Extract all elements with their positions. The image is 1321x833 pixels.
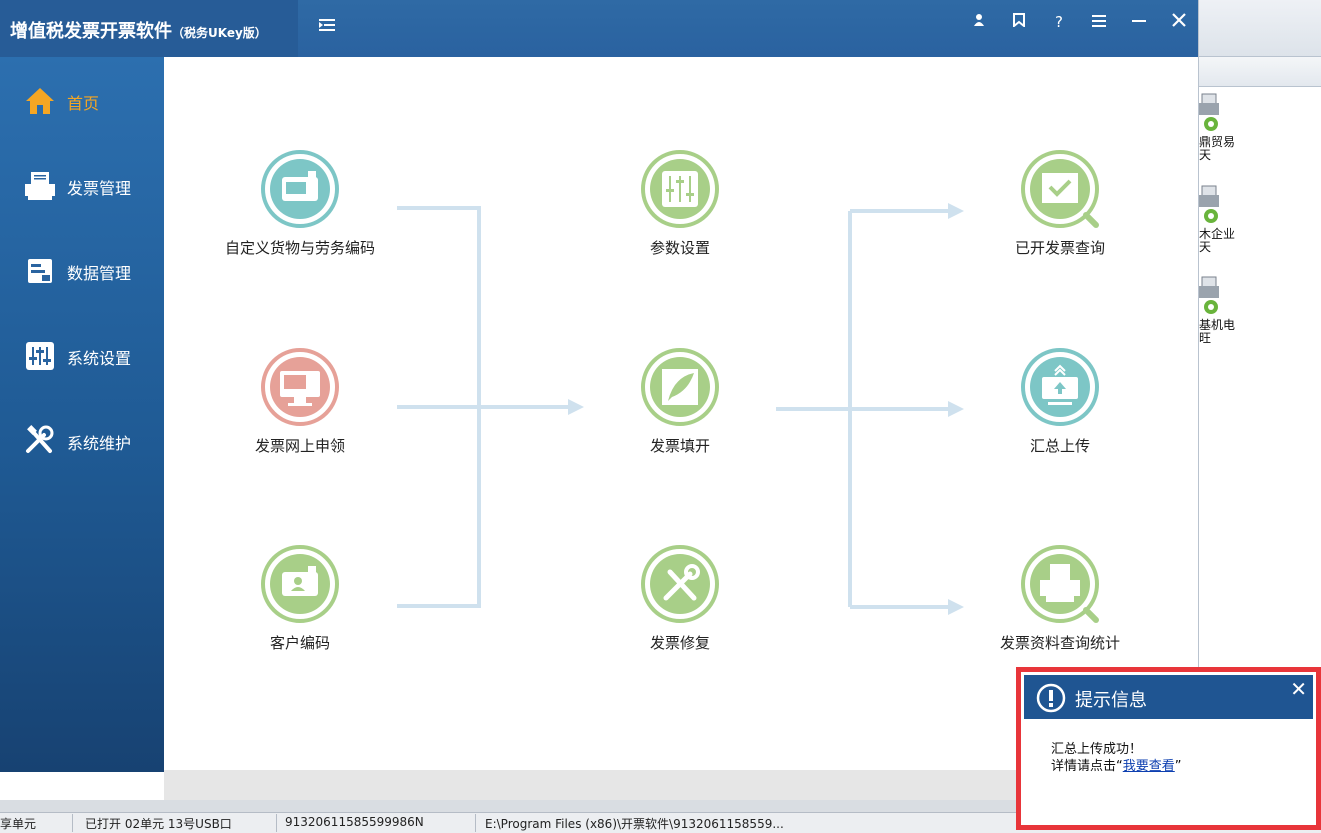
background-toolbar: [1199, 0, 1321, 57]
sidebar-item-label: 系统维护: [67, 434, 132, 453]
app-title: 增值税发票开票软件（税务UKey版）: [10, 21, 267, 42]
collapse-sidebar-button[interactable]: [312, 15, 342, 39]
sidebar-item-label: 数据管理: [67, 264, 132, 283]
popup-detail-suffix: ”: [1174, 759, 1182, 774]
menu-icon: [1092, 15, 1106, 27]
invoice-online-apply-button[interactable]: 发票网上申领: [200, 347, 400, 467]
popup-detail-prefix: 详情请点击“: [1051, 759, 1123, 774]
status-tax-id: 91320611585599986N: [285, 815, 424, 829]
check-search-icon: [1021, 150, 1099, 228]
popup-close-button[interactable]: ✕: [1290, 677, 1307, 701]
invoice-fill-button[interactable]: 发票填开: [580, 347, 780, 467]
minimize-icon: [1132, 20, 1146, 22]
close-icon: [1172, 13, 1186, 27]
title-bar: 增值税发票开票软件（税务UKey版） ?: [0, 0, 1198, 57]
node-label: 客户编码: [269, 634, 330, 652]
status-path: E:\Program Files (x86)\开票软件\913206115855…: [485, 817, 784, 831]
home-content: 自定义货物与劳务编码 发票网上申领 客户编码 参数设置 发票填开 发票修复 已开…: [164, 57, 1198, 770]
sidebar-item-data-management[interactable]: 数据管理: [0, 241, 164, 301]
bookmark-icon: [1013, 13, 1025, 29]
node-label: 发票网上申领: [254, 437, 345, 455]
customer-code-button[interactable]: 客户编码: [200, 544, 400, 664]
background-list-item[interactable]: 木企业天: [1199, 184, 1321, 264]
node-label: 汇总上传: [1029, 437, 1090, 455]
database-icon: [28, 259, 52, 283]
collapse-menu-icon: [319, 19, 335, 31]
node-label: 已开发票查询: [1014, 239, 1105, 257]
menu-button[interactable]: [1084, 10, 1114, 34]
node-label: 发票资料查询统计: [999, 634, 1120, 652]
sliders-icon: [641, 150, 719, 228]
parameter-settings-button[interactable]: 参数设置: [580, 149, 780, 269]
background-tabbar: [1199, 57, 1321, 87]
status-share-unit: 享单元: [0, 817, 37, 831]
cart-wallet-icon: [261, 150, 339, 228]
status-divider: [276, 814, 277, 832]
tools-icon: [26, 425, 54, 453]
printer-gear-icon: [1199, 276, 1219, 314]
sidebar-item-label: 系统设置: [67, 349, 132, 368]
user-button[interactable]: [964, 10, 994, 34]
invoice-data-statistics-button[interactable]: 发票资料查询统计: [960, 544, 1160, 664]
printer-gear-icon: [1199, 93, 1219, 131]
custom-goods-code-button[interactable]: 自定义货物与劳务编码: [200, 149, 400, 269]
title-block: 增值税发票开票软件（税务UKey版）: [0, 0, 298, 57]
minimize-button[interactable]: [1124, 10, 1154, 34]
close-button[interactable]: [1164, 10, 1194, 34]
popup-header: 提示信息 ✕: [1024, 675, 1313, 719]
printer-icon: [25, 172, 55, 200]
monitor-apply-icon: [261, 348, 339, 426]
background-list-item[interactable]: 基机电旺: [1199, 275, 1321, 355]
bookmark-button[interactable]: [1004, 10, 1034, 34]
notification-popup: 提示信息 ✕ 汇总上传成功！ 详情请点击“我要查看”: [1016, 667, 1321, 830]
contact-card-icon: [261, 545, 339, 623]
sliders-icon: [26, 342, 54, 370]
status-divider: [475, 814, 476, 832]
status-usb-port: 已打开 02单元 13号USB口: [85, 817, 232, 831]
node-label: 发票填开: [649, 437, 710, 455]
sidebar-item-label: 发票管理: [67, 179, 132, 198]
quill-icon: [641, 348, 719, 426]
popup-detail: 详情请点击“我要查看”: [1051, 755, 1182, 774]
help-icon: ?: [1055, 13, 1063, 31]
printer-gear-icon: [1199, 185, 1219, 223]
sidebar-item-home[interactable]: 首页: [0, 71, 164, 131]
tools-icon: [641, 545, 719, 623]
status-divider: [72, 814, 73, 832]
popup-title: 提示信息: [1075, 690, 1147, 711]
printer-search-icon: [1021, 545, 1099, 623]
home-icon: [26, 88, 54, 114]
sidebar-item-label: 首页: [67, 94, 100, 113]
user-icon: [974, 14, 984, 26]
summary-upload-button[interactable]: 汇总上传: [960, 347, 1160, 467]
help-button[interactable]: ?: [1044, 10, 1074, 34]
node-label: 参数设置: [649, 239, 710, 257]
info-alert-icon: [1036, 683, 1066, 713]
view-details-link[interactable]: 我要查看: [1123, 759, 1175, 774]
node-label: 发票修复: [649, 634, 710, 652]
sidebar-item-invoice-management[interactable]: 发票管理: [0, 156, 164, 216]
background-list-item[interactable]: 鼎贸易天: [1199, 92, 1321, 172]
upload-monitor-icon: [1021, 348, 1099, 426]
invoice-repair-button[interactable]: 发票修复: [580, 544, 780, 664]
sidebar-item-system-settings[interactable]: 系统设置: [0, 326, 164, 386]
node-label: 自定义货物与劳务编码: [224, 239, 375, 257]
sidebar-item-system-maintenance[interactable]: 系统维护: [0, 411, 164, 471]
issued-invoice-query-button[interactable]: 已开发票查询: [960, 149, 1160, 269]
sidebar: 首页 发票管理 数据管理 系统设置 系统维护: [0, 57, 164, 772]
